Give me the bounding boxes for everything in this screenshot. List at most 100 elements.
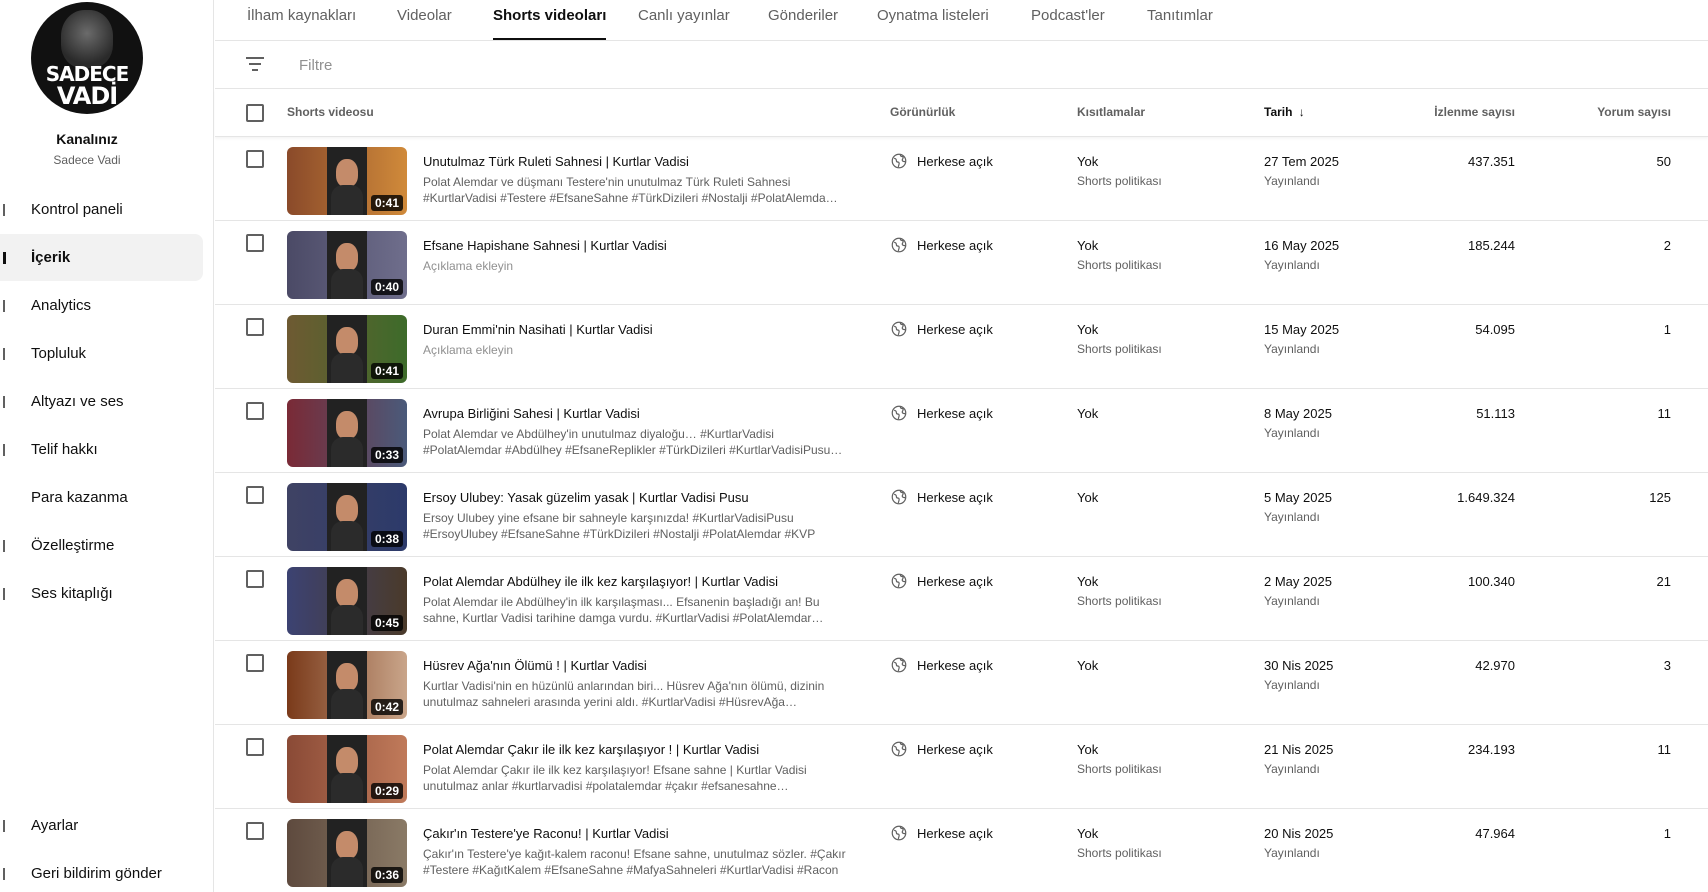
sidebar-item-monetization[interactable]: Para kazanma bbox=[0, 474, 203, 521]
video-thumbnail[interactable]: 0:45 bbox=[287, 567, 407, 635]
row-checkbox[interactable] bbox=[246, 570, 264, 588]
channel-avatar[interactable]: SADECE VADİ bbox=[31, 2, 143, 114]
video-title[interactable]: Ersoy Ulubey: Yasak güzelim yasak | Kurt… bbox=[423, 490, 853, 505]
table-row[interactable]: 0:41 Duran Emmi'nin Nasihati | Kurtlar V… bbox=[215, 305, 1708, 389]
comment-count[interactable]: 21 bbox=[1565, 574, 1671, 589]
tab-posts[interactable]: Gönderiler bbox=[768, 0, 838, 41]
sidebar-item-feedback[interactable]: Geri bildirim gönder bbox=[0, 850, 203, 892]
filter-icon[interactable] bbox=[246, 57, 264, 71]
sidebar-item-community[interactable]: Topluluk bbox=[0, 330, 203, 377]
video-description[interactable]: Ersoy Ulubey yine efsane bir sahneyle ka… bbox=[423, 510, 853, 542]
restriction-detail[interactable]: Shorts politikası bbox=[1077, 846, 1162, 860]
video-title[interactable]: Duran Emmi'nin Nasihati | Kurtlar Vadisi bbox=[423, 322, 853, 337]
restriction-detail[interactable]: Shorts politikası bbox=[1077, 342, 1162, 356]
video-description[interactable]: Polat Alemdar ve düşmanı Testere'nin unu… bbox=[423, 174, 853, 206]
video-thumbnail[interactable]: 0:41 bbox=[287, 147, 407, 215]
comment-count[interactable]: 2 bbox=[1565, 238, 1671, 253]
video-description[interactable]: Polat Alemdar ve Abdülhey'in unutulmaz d… bbox=[423, 426, 853, 458]
sidebar-item-analytics[interactable]: Analytics bbox=[0, 282, 203, 329]
visibility-selector[interactable]: Herkese açık bbox=[890, 656, 993, 674]
video-thumbnail[interactable]: 0:38 bbox=[287, 483, 407, 551]
table-row[interactable]: 0:40 Efsane Hapishane Sahnesi | Kurtlar … bbox=[215, 221, 1708, 305]
visibility-selector[interactable]: Herkese açık bbox=[890, 488, 993, 506]
comment-count[interactable]: 11 bbox=[1565, 742, 1672, 757]
video-description[interactable]: Açıklama ekleyin bbox=[423, 258, 853, 274]
tab-live[interactable]: Canlı yayınlar bbox=[638, 0, 730, 41]
comment-count[interactable]: 50 bbox=[1565, 154, 1671, 169]
visibility-selector[interactable]: Herkese açık bbox=[890, 824, 993, 842]
table-row[interactable]: 0:29 Polat Alemdar Çakır ile ilk kez kar… bbox=[215, 725, 1708, 809]
visibility-selector[interactable]: Herkese açık bbox=[890, 320, 993, 338]
table-row[interactable]: 0:42 Hüsrev Ağa'nın Ölümü ! | Kurtlar Va… bbox=[215, 641, 1708, 725]
comment-count[interactable]: 3 bbox=[1565, 658, 1671, 673]
thumbnail-frame bbox=[327, 651, 367, 719]
tab-promotions[interactable]: Tanıtımlar bbox=[1147, 0, 1213, 41]
visibility-selector[interactable]: Herkese açık bbox=[890, 152, 993, 170]
restriction-detail[interactable]: Shorts politikası bbox=[1077, 174, 1162, 188]
video-description[interactable]: Polat Alemdar ile Abdülhey'in ilk karşıl… bbox=[423, 594, 853, 626]
restriction-detail[interactable]: Shorts politikası bbox=[1077, 258, 1162, 272]
sidebar-item-settings[interactable]: Ayarlar bbox=[0, 802, 203, 849]
comment-count[interactable]: 125 bbox=[1565, 490, 1671, 505]
row-checkbox[interactable] bbox=[246, 486, 264, 504]
video-description[interactable]: Kurtlar Vadisi'nin en hüzünlü anlarından… bbox=[423, 678, 853, 710]
tab-inspiration[interactable]: İlham kaynakları bbox=[247, 0, 356, 41]
column-header-views[interactable]: İzlenme sayısı bbox=[1375, 105, 1515, 119]
video-description[interactable]: Açıklama ekleyin bbox=[423, 342, 853, 358]
row-checkbox[interactable] bbox=[246, 402, 264, 420]
sidebar-item-subtitles[interactable]: Altyazı ve ses bbox=[0, 378, 203, 425]
row-checkbox[interactable] bbox=[246, 318, 264, 336]
visibility-selector[interactable]: Herkese açık bbox=[890, 740, 993, 758]
video-description[interactable]: Polat Alemdar Çakır ile ilk kez karşılaş… bbox=[423, 762, 853, 794]
publish-date: 5 May 2025 bbox=[1264, 490, 1332, 505]
video-title[interactable]: Polat Alemdar Çakır ile ilk kez karşılaş… bbox=[423, 742, 853, 757]
channel-name[interactable]: Sadece Vadi bbox=[0, 153, 174, 167]
comment-count[interactable]: 11 bbox=[1565, 406, 1672, 421]
table-row[interactable]: 0:33 Avrupa Birliğini Sahesi | Kurtlar V… bbox=[215, 389, 1708, 473]
sidebar-item-dashboard[interactable]: Kontrol paneli bbox=[0, 186, 203, 233]
visibility-selector[interactable]: Herkese açık bbox=[890, 572, 993, 590]
video-thumbnail[interactable]: 0:42 bbox=[287, 651, 407, 719]
video-title[interactable]: Polat Alemdar Abdülhey ile ilk kez karşı… bbox=[423, 574, 853, 589]
table-row[interactable]: 0:45 Polat Alemdar Abdülhey ile ilk kez … bbox=[215, 557, 1708, 641]
row-checkbox[interactable] bbox=[246, 150, 264, 168]
comment-count[interactable]: 1 bbox=[1565, 826, 1671, 841]
restriction-detail[interactable]: Shorts politikası bbox=[1077, 594, 1162, 608]
visibility-label: Herkese açık bbox=[917, 321, 993, 337]
row-checkbox[interactable] bbox=[246, 234, 264, 252]
tab-shorts[interactable]: Shorts videoları bbox=[493, 0, 607, 40]
video-thumbnail[interactable]: 0:36 bbox=[287, 819, 407, 887]
video-thumbnail[interactable]: 0:40 bbox=[287, 231, 407, 299]
video-thumbnail[interactable]: 0:41 bbox=[287, 315, 407, 383]
row-checkbox[interactable] bbox=[246, 822, 264, 840]
table-row[interactable]: 0:36 Çakır'ın Testere'ye Raconu! | Kurtl… bbox=[215, 809, 1708, 892]
sidebar-item-copyright[interactable]: Telif hakkı bbox=[0, 426, 203, 473]
sidebar-item-audio-library[interactable]: Ses kitaplığı bbox=[0, 570, 203, 617]
select-all-checkbox[interactable] bbox=[246, 104, 264, 122]
table-row[interactable]: 0:38 Ersoy Ulubey: Yasak güzelim yasak |… bbox=[215, 473, 1708, 557]
table-row[interactable]: 0:41 Unutulmaz Türk Ruleti Sahnesi | Kur… bbox=[215, 137, 1708, 221]
tab-videos[interactable]: Videolar bbox=[397, 0, 452, 41]
video-title[interactable]: Avrupa Birliğini Sahesi | Kurtlar Vadisi bbox=[423, 406, 853, 421]
video-thumbnail[interactable]: 0:33 bbox=[287, 399, 407, 467]
row-checkbox[interactable] bbox=[246, 654, 264, 672]
sidebar-item-content[interactable]: İçerik bbox=[0, 234, 203, 281]
video-title[interactable]: Hüsrev Ağa'nın Ölümü ! | Kurtlar Vadisi bbox=[423, 658, 853, 673]
video-thumbnail[interactable]: 0:29 bbox=[287, 735, 407, 803]
sidebar-item-customization[interactable]: Özelleştirme bbox=[0, 522, 203, 569]
filter-input[interactable] bbox=[299, 53, 899, 77]
restriction-detail[interactable]: Shorts politikası bbox=[1077, 762, 1162, 776]
column-header-comments[interactable]: Yorum sayısı bbox=[1565, 105, 1671, 119]
comment-count[interactable]: 1 bbox=[1565, 322, 1671, 337]
visibility-selector[interactable]: Herkese açık bbox=[890, 236, 993, 254]
visibility-selector[interactable]: Herkese açık bbox=[890, 404, 993, 422]
video-description[interactable]: Çakır'ın Testere'ye kağıt-kalem raconu! … bbox=[423, 846, 853, 878]
video-title[interactable]: Unutulmaz Türk Ruleti Sahnesi | Kurtlar … bbox=[423, 154, 853, 169]
tab-playlists[interactable]: Oynatma listeleri bbox=[877, 0, 989, 41]
video-title[interactable]: Çakır'ın Testere'ye Raconu! | Kurtlar Va… bbox=[423, 826, 853, 841]
video-title[interactable]: Efsane Hapishane Sahnesi | Kurtlar Vadis… bbox=[423, 238, 853, 253]
sidebar-item-label: Telif hakkı bbox=[31, 441, 98, 458]
row-checkbox[interactable] bbox=[246, 738, 264, 756]
column-header-date[interactable]: Tarih ↓ bbox=[1264, 105, 1305, 119]
tab-podcasts[interactable]: Podcast'ler bbox=[1031, 0, 1105, 41]
